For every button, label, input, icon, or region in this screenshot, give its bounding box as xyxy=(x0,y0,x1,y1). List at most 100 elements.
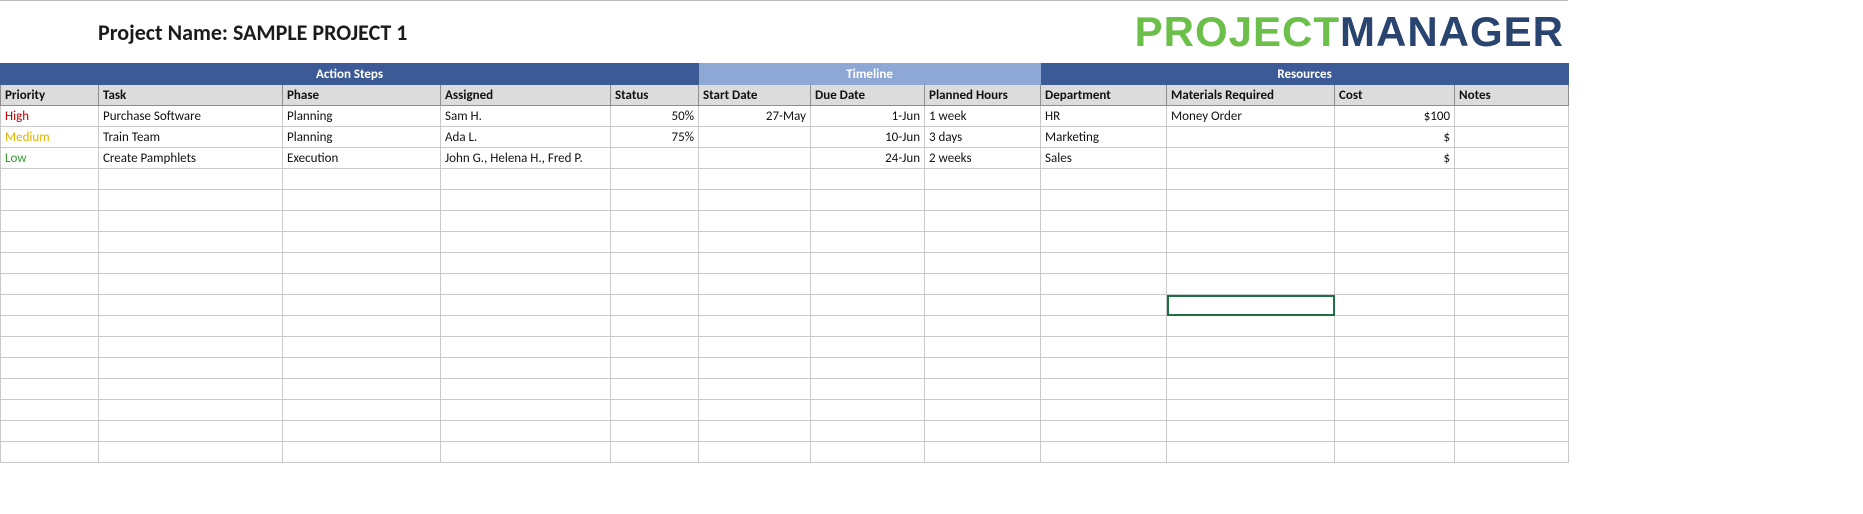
cell-empty[interactable] xyxy=(1335,295,1455,316)
cell-due[interactable]: 1-Jun xyxy=(811,106,925,127)
cell-empty[interactable] xyxy=(1,442,99,463)
cell-empty[interactable] xyxy=(1455,400,1569,421)
cell-empty[interactable] xyxy=(811,190,925,211)
cell-empty[interactable] xyxy=(1167,337,1335,358)
cell-empty[interactable] xyxy=(925,316,1041,337)
cell-empty[interactable] xyxy=(611,358,699,379)
cell-empty[interactable] xyxy=(283,442,441,463)
cell-empty[interactable] xyxy=(1167,295,1335,316)
cell-empty[interactable] xyxy=(925,253,1041,274)
cell-due[interactable]: 10-Jun xyxy=(811,127,925,148)
cell-empty[interactable] xyxy=(1041,253,1167,274)
cell-empty[interactable] xyxy=(1041,169,1167,190)
cell-empty[interactable] xyxy=(1041,211,1167,232)
cell-status[interactable]: 50% xyxy=(611,106,699,127)
cell-materials[interactable]: Money Order xyxy=(1167,106,1335,127)
cell-empty[interactable] xyxy=(1,316,99,337)
cell-phase[interactable]: Planning xyxy=(283,106,441,127)
cell-empty[interactable] xyxy=(811,337,925,358)
cell-empty[interactable] xyxy=(811,379,925,400)
cell-empty[interactable] xyxy=(283,358,441,379)
cell-empty[interactable] xyxy=(1455,337,1569,358)
cell-empty[interactable] xyxy=(1455,232,1569,253)
cell-start[interactable] xyxy=(699,127,811,148)
cell-priority[interactable]: Low xyxy=(1,148,99,169)
cell-empty[interactable] xyxy=(1041,337,1167,358)
cell-planned[interactable]: 1 week xyxy=(925,106,1041,127)
cell-empty[interactable] xyxy=(1,358,99,379)
cell-empty[interactable] xyxy=(611,295,699,316)
cell-empty[interactable] xyxy=(1167,190,1335,211)
cell-empty[interactable] xyxy=(283,169,441,190)
cell-empty[interactable] xyxy=(1167,253,1335,274)
cell-empty[interactable] xyxy=(441,316,611,337)
cell-empty[interactable] xyxy=(1,400,99,421)
cell-empty[interactable] xyxy=(1,169,99,190)
col-notes[interactable]: Notes xyxy=(1455,85,1569,106)
cell-empty[interactable] xyxy=(1167,169,1335,190)
cell-empty[interactable] xyxy=(1167,379,1335,400)
cell-empty[interactable] xyxy=(1335,169,1455,190)
cell-empty[interactable] xyxy=(283,379,441,400)
cell-start[interactable]: 27-May xyxy=(699,106,811,127)
cell-empty[interactable] xyxy=(283,295,441,316)
cell-task[interactable]: Train Team xyxy=(99,127,283,148)
cell-empty[interactable] xyxy=(99,211,283,232)
cell-empty[interactable] xyxy=(1167,211,1335,232)
cell-empty[interactable] xyxy=(611,421,699,442)
cell-empty[interactable] xyxy=(441,442,611,463)
cell-empty[interactable] xyxy=(611,379,699,400)
col-phase[interactable]: Phase xyxy=(283,85,441,106)
cell-empty[interactable] xyxy=(283,337,441,358)
cell-empty[interactable] xyxy=(699,211,811,232)
cell-empty[interactable] xyxy=(1455,295,1569,316)
cell-empty[interactable] xyxy=(1041,295,1167,316)
cell-empty[interactable] xyxy=(441,400,611,421)
cell-empty[interactable] xyxy=(699,337,811,358)
cell-dept[interactable]: HR xyxy=(1041,106,1167,127)
cell-empty[interactable] xyxy=(99,358,283,379)
cell-empty[interactable] xyxy=(283,253,441,274)
cell-due[interactable]: 24-Jun xyxy=(811,148,925,169)
cell-empty[interactable] xyxy=(611,316,699,337)
col-assigned[interactable]: Assigned xyxy=(441,85,611,106)
cell-empty[interactable] xyxy=(1335,190,1455,211)
cell-status[interactable] xyxy=(611,148,699,169)
cell-empty[interactable] xyxy=(441,190,611,211)
cell-empty[interactable] xyxy=(811,316,925,337)
cell-empty[interactable] xyxy=(611,253,699,274)
col-due[interactable]: Due Date xyxy=(811,85,925,106)
cell-empty[interactable] xyxy=(441,232,611,253)
cell-empty[interactable] xyxy=(1455,211,1569,232)
cell-empty[interactable] xyxy=(699,169,811,190)
cell-empty[interactable] xyxy=(925,358,1041,379)
cell-empty[interactable] xyxy=(699,400,811,421)
cell-empty[interactable] xyxy=(699,295,811,316)
cell-empty[interactable] xyxy=(1,211,99,232)
cell-empty[interactable] xyxy=(1335,421,1455,442)
cell-empty[interactable] xyxy=(1455,358,1569,379)
cell-empty[interactable] xyxy=(1167,442,1335,463)
cell-empty[interactable] xyxy=(1167,274,1335,295)
cell-assigned[interactable]: Sam H. xyxy=(441,106,611,127)
cell-empty[interactable] xyxy=(283,400,441,421)
cell-dept[interactable]: Sales xyxy=(1041,148,1167,169)
cell-phase[interactable]: Planning xyxy=(283,127,441,148)
cell-notes[interactable] xyxy=(1455,148,1569,169)
cell-empty[interactable] xyxy=(1335,379,1455,400)
cell-empty[interactable] xyxy=(283,421,441,442)
cell-empty[interactable] xyxy=(611,400,699,421)
cell-empty[interactable] xyxy=(441,211,611,232)
cell-empty[interactable] xyxy=(1041,421,1167,442)
cell-empty[interactable] xyxy=(441,379,611,400)
cell-empty[interactable] xyxy=(1455,274,1569,295)
col-cost[interactable]: Cost xyxy=(1335,85,1455,106)
cell-assigned[interactable]: Ada L. xyxy=(441,127,611,148)
col-task[interactable]: Task xyxy=(99,85,283,106)
cell-cost[interactable]: $100 xyxy=(1335,106,1455,127)
cell-empty[interactable] xyxy=(99,379,283,400)
cell-empty[interactable] xyxy=(1041,190,1167,211)
cell-empty[interactable] xyxy=(1041,400,1167,421)
cell-empty[interactable] xyxy=(1,295,99,316)
cell-empty[interactable] xyxy=(925,442,1041,463)
